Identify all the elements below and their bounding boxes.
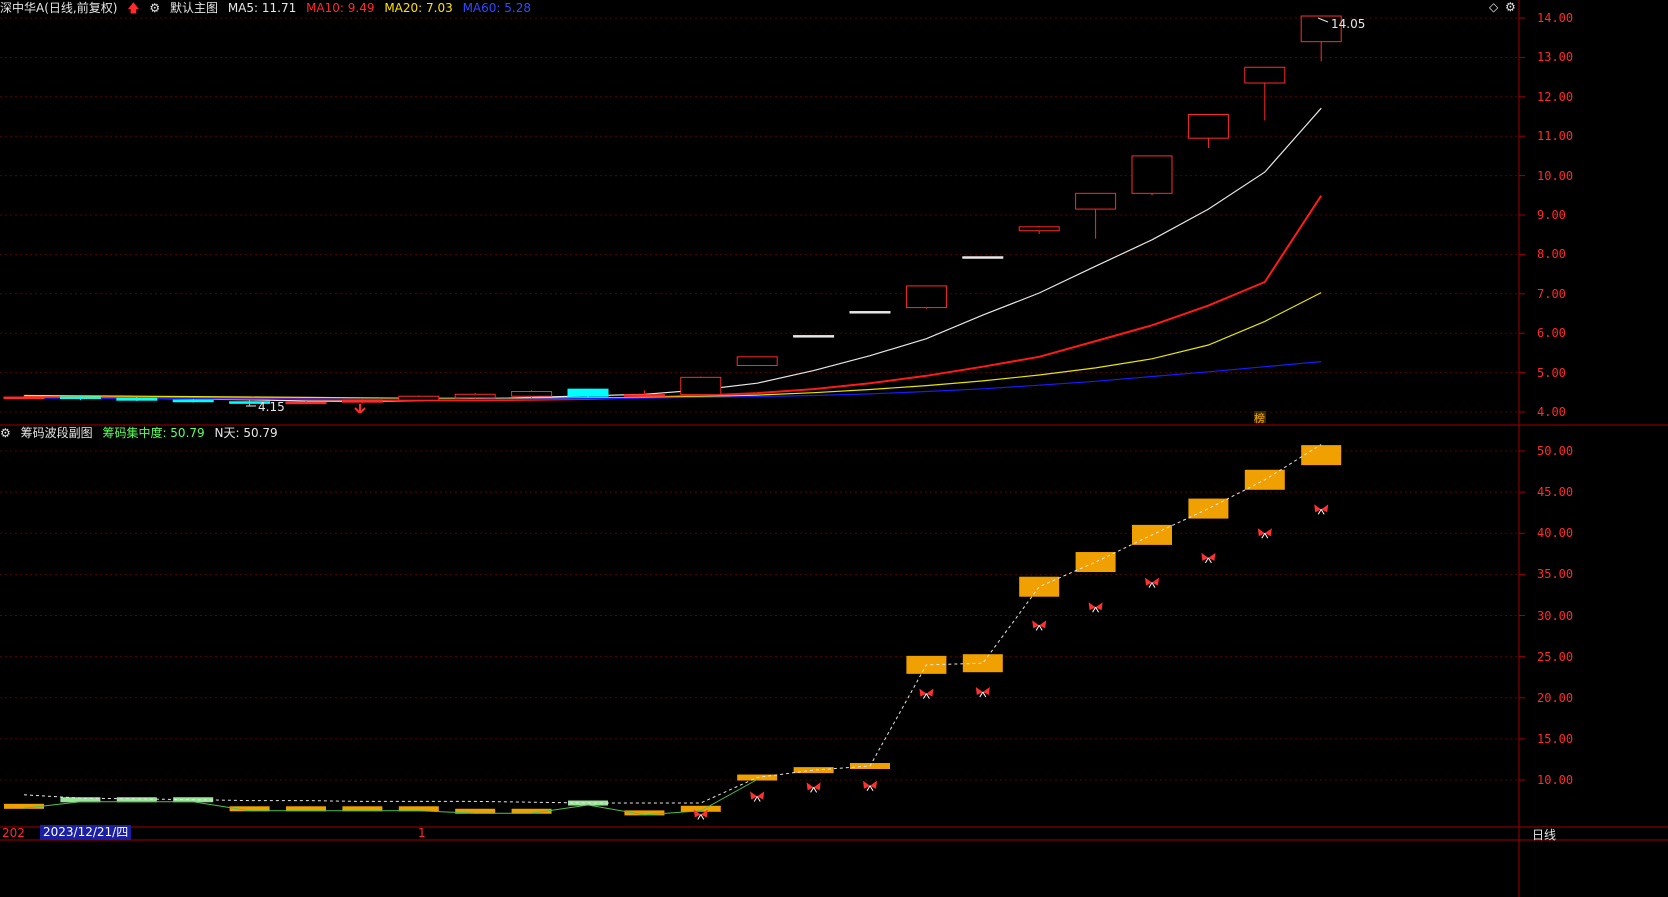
candle-body	[680, 376, 722, 396]
candle-body	[116, 397, 158, 401]
y-tick-label: 50.00	[1537, 444, 1574, 458]
butterfly-icon	[1201, 552, 1216, 564]
candle-body	[3, 396, 45, 400]
date-prefix: 202	[2, 826, 25, 840]
butterfly-icon	[750, 791, 765, 802]
frame	[0, 0, 1668, 897]
chip-green-line	[23, 779, 758, 816]
candle-body	[454, 393, 496, 399]
candle	[905, 285, 947, 309]
y-tick-label: 7.00	[1537, 286, 1566, 301]
cursor-mark: 1	[418, 826, 426, 840]
candle	[793, 335, 835, 338]
y-tick-label: 40.00	[1537, 526, 1574, 541]
y-tick-label: 6.00	[1537, 326, 1566, 341]
candle-body	[793, 335, 835, 338]
butterfly-icon	[1088, 602, 1103, 613]
candle-body	[905, 285, 947, 309]
candle-body	[1244, 66, 1286, 84]
candle	[849, 311, 891, 314]
candle-body	[849, 311, 891, 314]
main-grid	[0, 17, 1525, 413]
chip-bar	[1019, 576, 1060, 597]
candle	[1244, 66, 1286, 121]
candle-body	[172, 399, 214, 403]
candle	[567, 388, 609, 398]
candle-body	[1018, 226, 1060, 232]
high-price-label: 14.05	[1331, 17, 1366, 31]
y-tick-label: 45.00	[1537, 485, 1574, 500]
candle	[1018, 226, 1060, 234]
period-selector[interactable]: 日线	[1532, 826, 1556, 843]
y-tick-label: 30.00	[1537, 608, 1574, 623]
y-tick-label: 8.00	[1537, 247, 1566, 262]
butterfly-icon	[863, 780, 877, 792]
candle-body	[1187, 114, 1229, 139]
candle-body	[398, 395, 440, 401]
candle-body	[623, 394, 665, 397]
candle-body	[962, 256, 1004, 259]
signal-markers	[693, 504, 1329, 820]
y-tick-label: 4.00	[1537, 405, 1566, 419]
candle	[1075, 192, 1117, 239]
candle	[511, 390, 553, 398]
badge-text: 榜	[1254, 412, 1265, 425]
candle	[1131, 155, 1173, 196]
candle	[736, 356, 778, 367]
sub-grid	[0, 450, 1525, 781]
ma20-line	[23, 292, 1322, 399]
candle-body	[736, 356, 778, 367]
low-price-label: 4.15	[258, 400, 285, 414]
candles	[3, 15, 1342, 407]
chip-bar	[1301, 445, 1342, 466]
y-tick-label: 13.00	[1537, 50, 1574, 65]
butterfly-icon	[806, 782, 821, 793]
crosshair-date: 2023/12/21/四	[40, 825, 132, 840]
y-tick-label: 12.00	[1537, 89, 1574, 104]
y-tick-label: 20.00	[1537, 690, 1574, 705]
chip-bars	[4, 445, 1342, 816]
y-tick-label: 35.00	[1537, 567, 1574, 582]
candle	[1187, 114, 1229, 149]
ma60-line	[24, 361, 1322, 400]
y-tick-label: 14.00	[1537, 11, 1574, 25]
candle	[341, 399, 383, 403]
candle-body	[567, 388, 609, 397]
candle-body	[511, 391, 553, 397]
butterfly-icon	[975, 686, 990, 698]
y-tick-label: 15.00	[1537, 731, 1574, 746]
candle	[680, 376, 722, 396]
chart-canvas[interactable]	[0, 0, 1668, 897]
y-tick-label: 10.00	[1537, 168, 1574, 183]
y-tick-label: 9.00	[1537, 208, 1566, 222]
candle-body	[285, 401, 327, 405]
butterfly-icon	[1032, 620, 1047, 631]
candle	[454, 393, 496, 399]
y-tick-label: 25.00	[1537, 649, 1574, 664]
candle-body	[59, 396, 101, 400]
chip-dashed-polyline	[23, 444, 1322, 804]
butterfly-icon	[919, 688, 934, 699]
butterfly-icon	[1257, 528, 1272, 539]
chip-dashed-line	[23, 444, 1322, 816]
candle	[962, 256, 1004, 259]
y-tick-label: 5.00	[1537, 365, 1566, 380]
candle-body	[1131, 155, 1173, 194]
butterfly-icon	[1145, 577, 1159, 588]
candle	[398, 395, 440, 401]
candle-body	[1075, 192, 1117, 210]
candle-body	[341, 399, 383, 403]
y-tick-label: 10.00	[1537, 773, 1574, 787]
butterfly-icon	[1314, 504, 1329, 515]
ma10-line	[23, 195, 1323, 402]
y-tick-label: 11.00	[1537, 129, 1574, 144]
